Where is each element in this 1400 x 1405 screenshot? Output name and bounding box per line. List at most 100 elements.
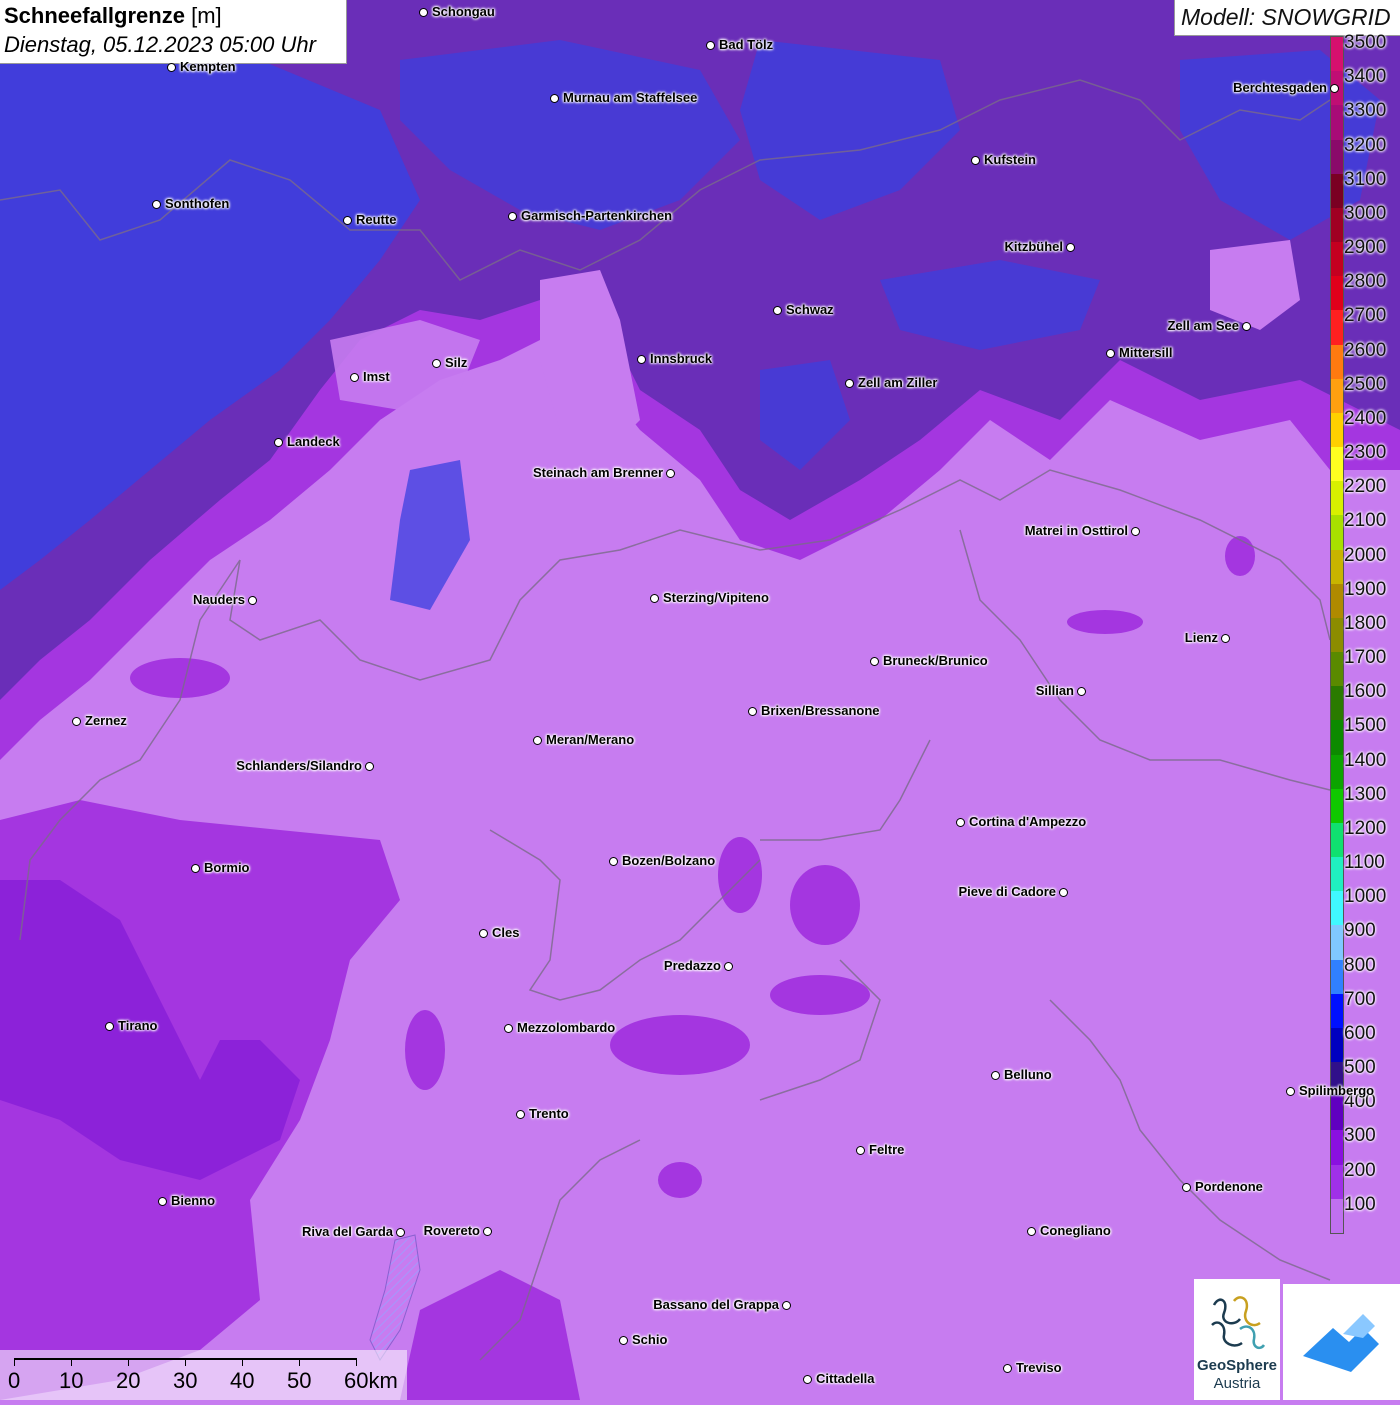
city-label[interactable]: Pordenone (1195, 1179, 1263, 1194)
city-marker-icon[interactable] (748, 707, 757, 716)
city-label[interactable]: Bormio (204, 860, 250, 875)
city-marker-icon[interactable] (1059, 888, 1068, 897)
city-marker-icon[interactable] (167, 63, 176, 72)
city-marker-icon[interactable] (419, 8, 428, 17)
city-marker-icon[interactable] (504, 1024, 513, 1033)
city-marker-icon[interactable] (706, 41, 715, 50)
city-label[interactable]: Tirano (118, 1018, 158, 1033)
city-marker-icon[interactable] (516, 1110, 525, 1119)
city-label[interactable]: Landeck (287, 434, 340, 449)
city-marker-icon[interactable] (724, 962, 733, 971)
city-marker-icon[interactable] (432, 359, 441, 368)
city-marker-icon[interactable] (191, 864, 200, 873)
city-label[interactable]: Murnau am Staffelsee (563, 90, 697, 105)
city-label[interactable]: Schlanders/Silandro (236, 758, 362, 773)
city-marker-icon[interactable] (274, 438, 283, 447)
city-label[interactable]: Zell am See (1167, 318, 1239, 333)
city-marker-icon[interactable] (619, 1336, 628, 1345)
city-label[interactable]: Predazzo (664, 958, 721, 973)
city-label[interactable]: Zernez (85, 713, 127, 728)
city-marker-icon[interactable] (350, 373, 359, 382)
city-marker-icon[interactable] (773, 306, 782, 315)
city-label[interactable]: Conegliano (1040, 1223, 1111, 1238)
city-label[interactable]: Feltre (869, 1142, 904, 1157)
city-marker-icon[interactable] (72, 717, 81, 726)
city-label[interactable]: Mittersill (1119, 345, 1172, 360)
city-marker-icon[interactable] (1182, 1183, 1191, 1192)
city-label[interactable]: Lienz (1185, 630, 1218, 645)
city-label[interactable]: Kufstein (984, 152, 1036, 167)
city-label[interactable]: Sillian (1036, 683, 1074, 698)
city-label[interactable]: Schwaz (786, 302, 834, 317)
city-label[interactable]: Matrei in Osttirol (1025, 523, 1128, 538)
city-marker-icon[interactable] (956, 818, 965, 827)
geosphere-logo[interactable]: GeoSphere Austria (1194, 1279, 1280, 1400)
city-label[interactable]: Pieve di Cadore (958, 884, 1056, 899)
city-marker-icon[interactable] (483, 1227, 492, 1236)
city-label[interactable]: Nauders (193, 592, 245, 607)
city-marker-icon[interactable] (1286, 1087, 1295, 1096)
city-marker-icon[interactable] (666, 469, 675, 478)
city-marker-icon[interactable] (396, 1228, 405, 1237)
city-marker-icon[interactable] (1330, 84, 1339, 93)
city-label[interactable]: Treviso (1016, 1360, 1062, 1375)
city-label[interactable]: Imst (363, 369, 390, 384)
city-label[interactable]: Bienno (171, 1193, 215, 1208)
city-marker-icon[interactable] (343, 216, 352, 225)
city-label[interactable]: Belluno (1004, 1067, 1052, 1082)
city-label[interactable]: Kempten (180, 59, 236, 74)
city-marker-icon[interactable] (248, 596, 257, 605)
snowgrid-app-logo[interactable] (1283, 1284, 1400, 1400)
city-label[interactable]: Steinach am Brenner (533, 465, 663, 480)
city-marker-icon[interactable] (508, 212, 517, 221)
city-label[interactable]: Bad Tölz (719, 37, 773, 52)
city-label[interactable]: Brixen/Bressanone (761, 703, 880, 718)
city-label[interactable]: Spilimbergo (1299, 1083, 1374, 1098)
city-label[interactable]: Bruneck/Brunico (883, 653, 988, 668)
city-label[interactable]: Berchtesgaden (1233, 80, 1327, 95)
city-marker-icon[interactable] (533, 736, 542, 745)
city-marker-icon[interactable] (158, 1197, 167, 1206)
city-marker-icon[interactable] (971, 156, 980, 165)
city-marker-icon[interactable] (637, 355, 646, 364)
city-marker-icon[interactable] (650, 594, 659, 603)
city-label[interactable]: Innsbruck (650, 351, 712, 366)
city-marker-icon[interactable] (803, 1375, 812, 1384)
city-marker-icon[interactable] (152, 200, 161, 209)
city-marker-icon[interactable] (856, 1146, 865, 1155)
city-label[interactable]: Cortina d'Ampezzo (969, 814, 1086, 829)
city-marker-icon[interactable] (550, 94, 559, 103)
city-marker-icon[interactable] (870, 657, 879, 666)
city-label[interactable]: Bassano del Grappa (653, 1297, 779, 1312)
city-label[interactable]: Garmisch-Partenkirchen (521, 208, 672, 223)
city-marker-icon[interactable] (1077, 687, 1086, 696)
city-marker-icon[interactable] (1003, 1364, 1012, 1373)
city-label[interactable]: Schio (632, 1332, 667, 1347)
city-label[interactable]: Cles (492, 925, 519, 940)
city-marker-icon[interactable] (782, 1301, 791, 1310)
city-marker-icon[interactable] (991, 1071, 1000, 1080)
city-marker-icon[interactable] (1221, 634, 1230, 643)
city-label[interactable]: Silz (445, 355, 467, 370)
city-marker-icon[interactable] (609, 857, 618, 866)
city-label[interactable]: Mezzolombardo (517, 1020, 615, 1035)
city-marker-icon[interactable] (479, 929, 488, 938)
city-marker-icon[interactable] (365, 762, 374, 771)
city-label[interactable]: Kitzbühel (1005, 239, 1064, 254)
city-marker-icon[interactable] (845, 379, 854, 388)
city-label[interactable]: Schongau (432, 4, 495, 19)
city-label[interactable]: Sonthofen (165, 196, 229, 211)
city-label[interactable]: Sterzing/Vipiteno (663, 590, 769, 605)
city-label[interactable]: Bozen/Bolzano (622, 853, 715, 868)
city-marker-icon[interactable] (1242, 322, 1251, 331)
city-marker-icon[interactable] (1106, 349, 1115, 358)
city-label[interactable]: Zell am Ziller (858, 375, 937, 390)
city-marker-icon[interactable] (1027, 1227, 1036, 1236)
city-label[interactable]: Trento (529, 1106, 569, 1121)
city-marker-icon[interactable] (105, 1022, 114, 1031)
city-label[interactable]: Reutte (356, 212, 396, 227)
city-label[interactable]: Cittadella (816, 1371, 875, 1386)
city-marker-icon[interactable] (1131, 527, 1140, 536)
city-label[interactable]: Riva del Garda (302, 1224, 393, 1239)
city-marker-icon[interactable] (1066, 243, 1075, 252)
